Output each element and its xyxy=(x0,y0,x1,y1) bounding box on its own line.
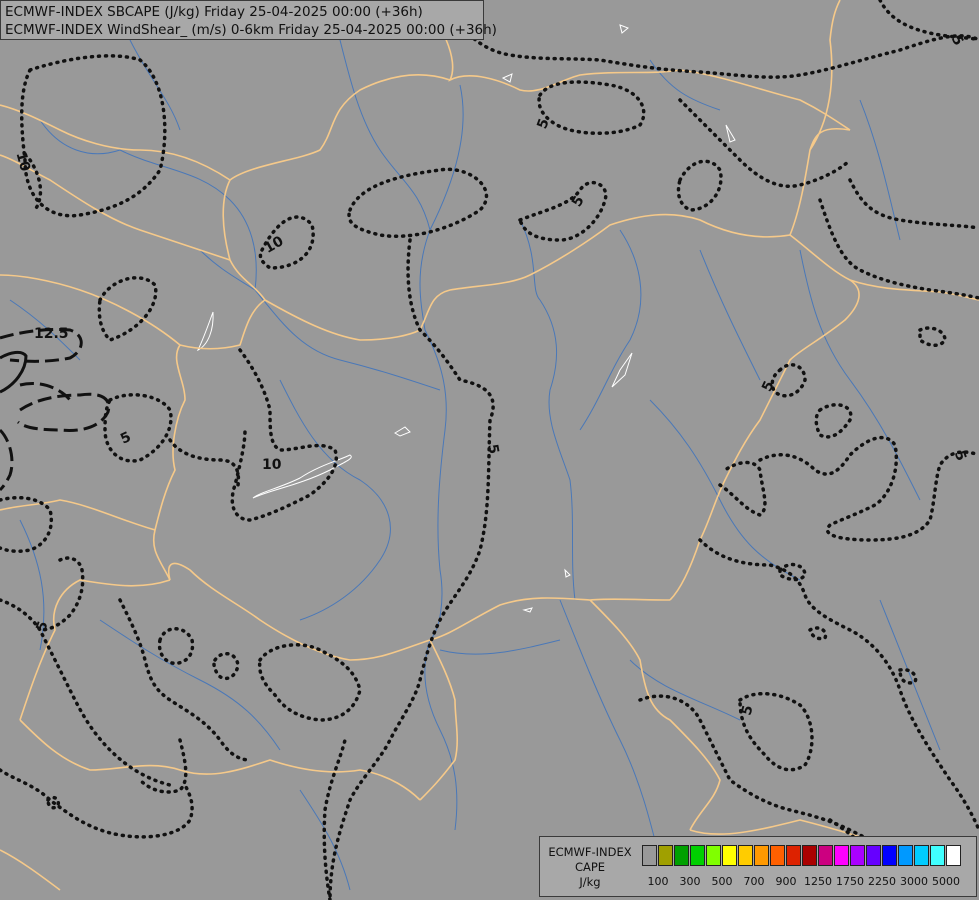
legend-tick-label: 3000 xyxy=(900,875,928,888)
legend-swatch xyxy=(866,845,881,866)
legend-swatch xyxy=(738,845,753,866)
title-cape: ECMWF-INDEX SBCAPE (J/kg) Friday 25-04-2… xyxy=(5,4,423,20)
legend-swatch xyxy=(706,845,721,866)
cape-legend: ECMWF-INDEX CAPE J/kg 100 300 500 700 900 125… xyxy=(539,836,977,897)
legend-title: ECMWF-INDEX CAPE J/kg xyxy=(542,845,638,890)
legend-tick-label: 2250 xyxy=(868,875,896,888)
legend-tick-label: 100 xyxy=(647,875,669,888)
legend-color-scale xyxy=(642,845,962,866)
legend-tick-label: 300 xyxy=(679,875,701,888)
legend-swatch xyxy=(690,845,705,866)
legend-tick-label: 5000 xyxy=(932,875,960,888)
contour-label: 10 xyxy=(262,457,282,473)
contour-label: 12.5 xyxy=(34,326,69,342)
legend-title-model: ECMWF-INDEX xyxy=(548,845,632,859)
legend-swatch xyxy=(642,845,657,866)
legend-swatch xyxy=(850,845,865,866)
legend-swatch xyxy=(818,845,833,866)
legend-swatch xyxy=(914,845,929,866)
legend-swatch xyxy=(786,845,801,866)
legend-swatch xyxy=(674,845,689,866)
legend-tick-label: 700 xyxy=(743,875,765,888)
legend-title-variable: CAPE xyxy=(574,860,606,874)
legend-swatch xyxy=(770,845,785,866)
legend-swatch xyxy=(882,845,897,866)
legend-swatch xyxy=(658,845,673,866)
legend-tick-label: 1750 xyxy=(836,875,864,888)
legend-tick-label: 900 xyxy=(775,875,797,888)
legend-swatch xyxy=(930,845,945,866)
legend-swatch xyxy=(946,845,961,866)
title-windshear: ECMWF-INDEX WindShear_ (m/s) 0-6km Frida… xyxy=(5,22,497,38)
legend-swatch xyxy=(834,845,849,866)
legend-swatch xyxy=(722,845,737,866)
weather-map: 10 10 10 12.5 5 5 5 5 5 5 5 5 5 xyxy=(0,0,979,900)
legend-tick-label: 1250 xyxy=(804,875,832,888)
legend-swatch xyxy=(898,845,913,866)
legend-swatch xyxy=(802,845,817,866)
legend-tick-label: 500 xyxy=(711,875,733,888)
legend-unit: J/kg xyxy=(579,875,601,889)
map-title-box: ECMWF-INDEX SBCAPE (J/kg) Friday 25-04-2… xyxy=(0,0,497,40)
legend-swatch xyxy=(754,845,769,866)
